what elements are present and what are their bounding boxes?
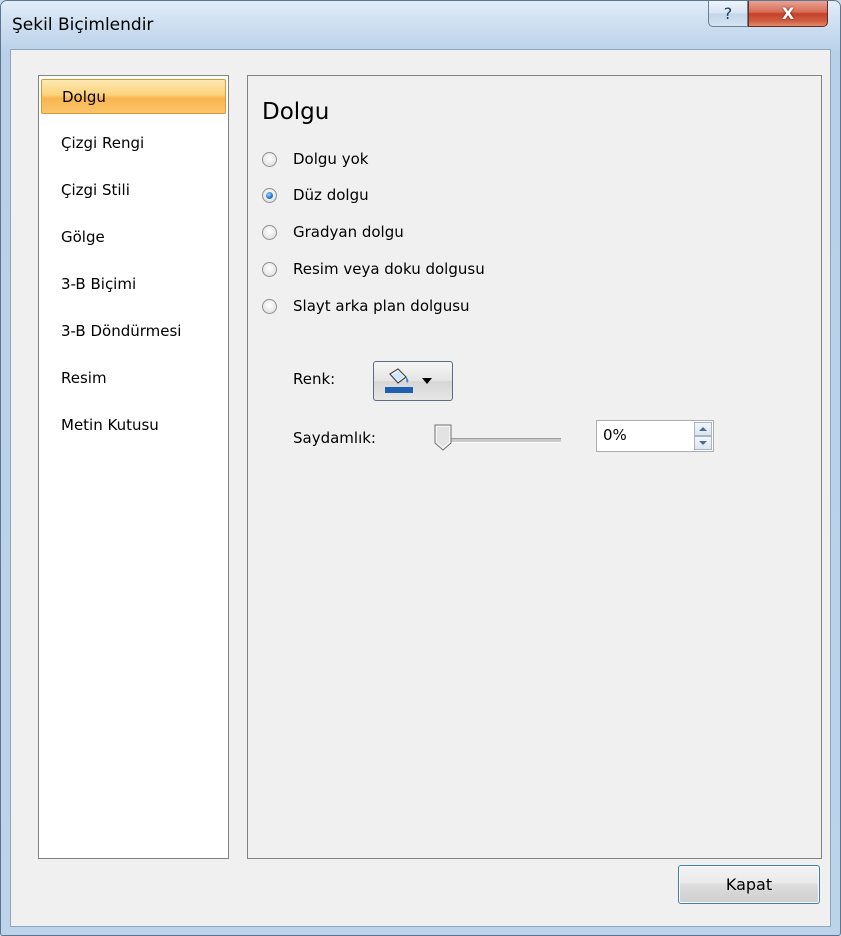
title-bar[interactable]: Şekil Biçimlendir ? X [1, 1, 840, 49]
help-icon: ? [723, 4, 733, 23]
transparency-label: Saydamlık: [293, 429, 376, 447]
radio-slide-background-fill[interactable]: Slayt arka plan dolgusu [262, 295, 470, 317]
nav-item-cizgi-stili[interactable]: Çizgi Stili [41, 173, 226, 208]
chevron-down-icon [422, 378, 432, 384]
transparency-slider-track[interactable] [443, 438, 561, 443]
radio-circle[interactable] [262, 298, 277, 314]
nav-item-3b-bicimi[interactable]: 3-B Biçimi [41, 267, 226, 302]
nav-item-dolgu[interactable]: Dolgu [41, 79, 226, 114]
transparency-slider-thumb[interactable] [434, 424, 452, 451]
radio-label: Resim veya doku dolgusu [293, 260, 485, 278]
radio-label: Dolgu yok [293, 150, 369, 168]
help-button[interactable]: ? [708, 1, 748, 27]
fill-panel: Dolgu Dolgu yok Düz dolgu Gradyan dolgu … [247, 75, 822, 859]
spin-buttons [694, 422, 712, 450]
panel-title: Dolgu [262, 99, 330, 125]
fill-color-dropdown[interactable] [373, 361, 453, 401]
radio-label: Gradyan dolgu [293, 223, 404, 241]
arrow-up-icon [699, 427, 707, 431]
arrow-down-icon [699, 441, 707, 445]
spin-up-button[interactable] [694, 422, 712, 436]
transparency-value[interactable]: 0% [603, 426, 627, 444]
radio-solid-fill[interactable]: Düz dolgu [262, 184, 369, 206]
dialog-body: Dolgu Çizgi Rengi Çizgi Stili Gölge 3-B … [10, 49, 831, 927]
category-list: Dolgu Çizgi Rengi Çizgi Stili Gölge 3-B … [38, 75, 229, 859]
nav-item-metin-kutusu[interactable]: Metin Kutusu [41, 408, 226, 443]
radio-circle[interactable] [262, 261, 277, 277]
kapat-button[interactable]: Kapat [678, 865, 820, 904]
format-shape-dialog: Şekil Biçimlendir ? X Dolgu Çizgi Rengi … [0, 0, 841, 936]
radio-circle[interactable] [262, 224, 277, 240]
close-window-button[interactable]: X [748, 1, 828, 27]
nav-item-cizgi-rengi[interactable]: Çizgi Rengi [41, 126, 226, 161]
transparency-spinbox[interactable]: 0% [596, 420, 714, 452]
close-icon: X [781, 4, 795, 23]
radio-no-fill[interactable]: Dolgu yok [262, 148, 368, 170]
radio-picture-fill[interactable]: Resim veya doku dolgusu [262, 258, 485, 280]
nav-item-resim[interactable]: Resim [41, 361, 226, 396]
color-label: Renk: [293, 370, 336, 388]
nav-item-golge[interactable]: Gölge [41, 220, 226, 255]
radio-circle-checked[interactable] [262, 187, 277, 203]
spin-down-button[interactable] [694, 436, 712, 450]
dialog-title: Şekil Biçimlendir [12, 15, 154, 35]
radio-circle[interactable] [262, 151, 277, 167]
radio-gradient-fill[interactable]: Gradyan dolgu [262, 221, 404, 243]
nav-item-3b-dondurmesi[interactable]: 3-B Döndürmesi [41, 314, 226, 349]
radio-label: Slayt arka plan dolgusu [293, 297, 470, 315]
paint-bucket-icon [385, 368, 413, 393]
radio-label: Düz dolgu [293, 186, 369, 204]
